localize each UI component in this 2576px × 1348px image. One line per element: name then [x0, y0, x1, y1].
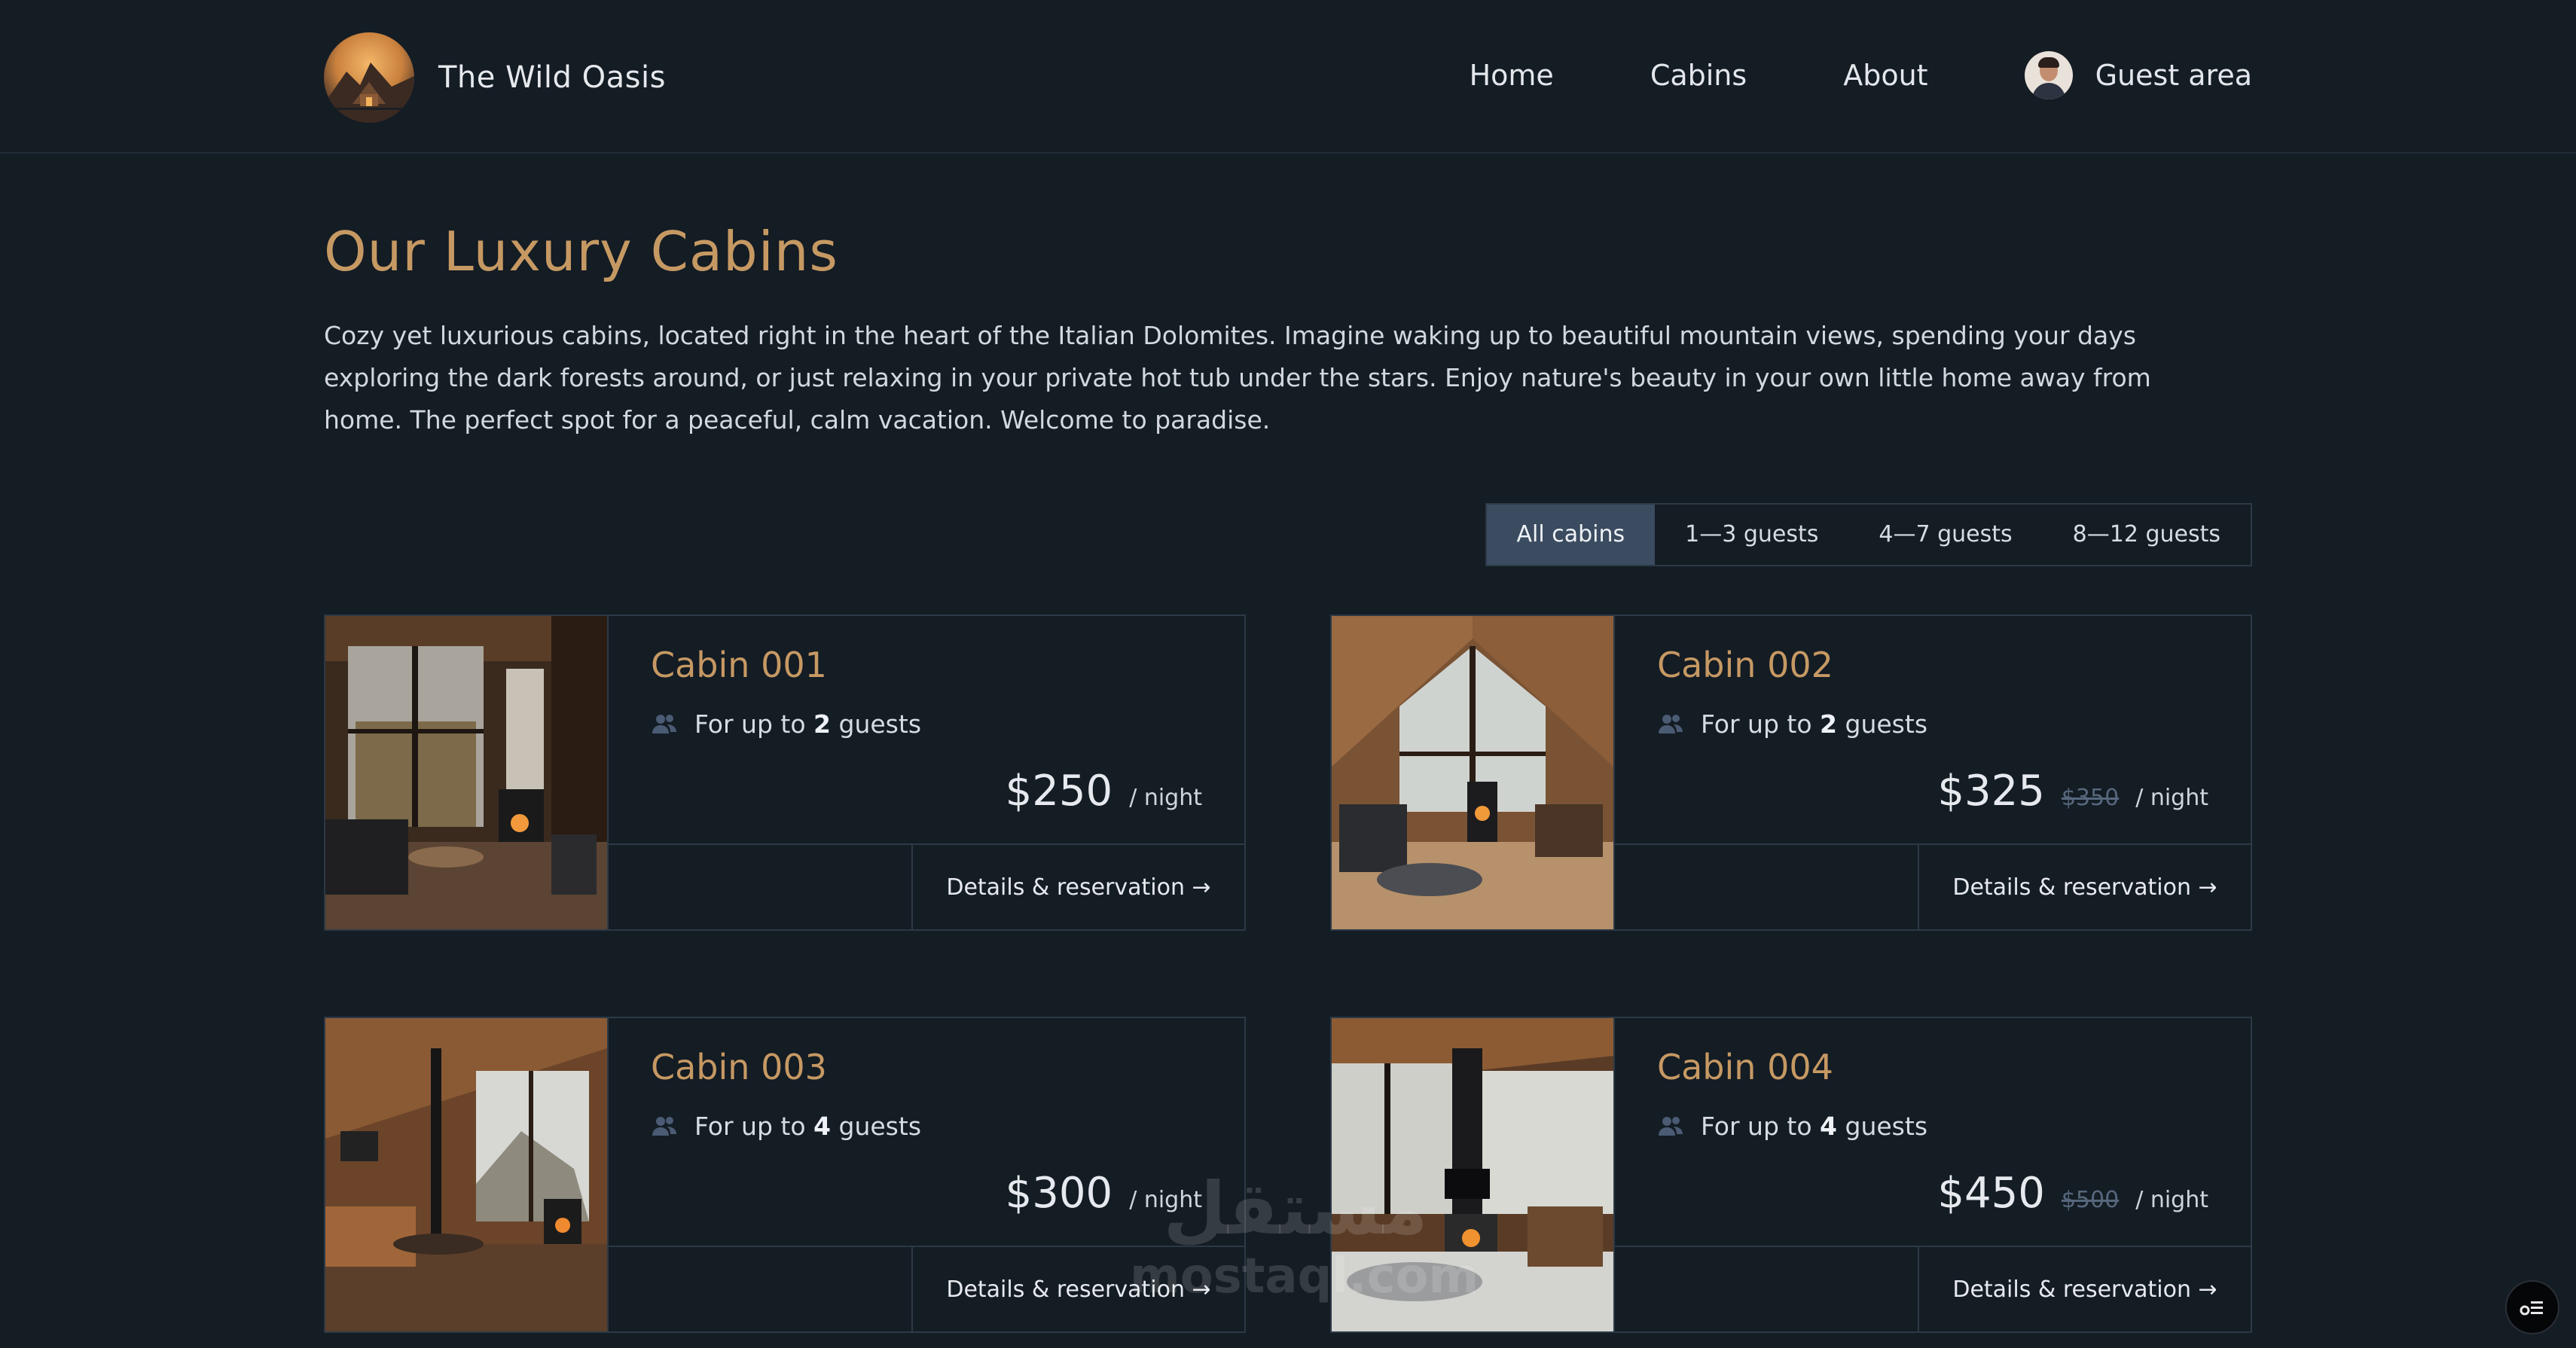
main-nav: Home Cabins About Guest area: [1470, 45, 2252, 105]
filter-all-cabins[interactable]: All cabins: [1486, 505, 1656, 565]
guest-count: 4: [813, 1112, 832, 1141]
details-reservation-link[interactable]: Details & reservation →: [1918, 845, 2251, 929]
card-footer: Details & reservation →: [609, 843, 1244, 929]
cabin-info: Cabin 001 For up to 2 guests $250 / nigh…: [607, 616, 1244, 929]
brand-name: The Wild Oasis: [438, 60, 666, 95]
price-value: $325: [1937, 767, 2045, 816]
guest-count: 4: [1820, 1112, 1838, 1141]
brand[interactable]: The Wild Oasis: [324, 32, 666, 124]
cabin-card: Cabin 002 For up to 2 guests $325 $350 /…: [1330, 615, 2252, 931]
cabin-photo: [1332, 616, 1613, 929]
guest-area-label: Guest area: [2095, 59, 2252, 92]
page-intro: Cozy yet luxurious cabins, located right…: [324, 321, 2151, 435]
card-footer: Details & reservation →: [1615, 1246, 2251, 1331]
users-icon: [1659, 1116, 1683, 1136]
cabin-capacity: For up to 4 guests: [651, 1112, 921, 1141]
site-header: The Wild Oasis Home Cabins About Guest a…: [0, 0, 2576, 154]
floating-menu-button[interactable]: [2505, 1280, 2559, 1334]
cabin-info: Cabin 003 For up to 4 guests $300 / nigh…: [607, 1018, 1244, 1331]
avatar: [2024, 51, 2073, 99]
guest-filter: All cabins 1—3 guests 4—7 guests 8—12 gu…: [1485, 503, 2252, 566]
cabin-info: Cabin 002 For up to 2 guests $325 $350 /…: [1613, 616, 2251, 929]
cabin-price: $325 $350 / night: [1937, 767, 2208, 816]
details-reservation-link[interactable]: Details & reservation →: [1918, 1247, 2251, 1331]
price-value: $450: [1937, 1169, 2045, 1218]
page-title: Our Luxury Cabins: [324, 220, 838, 283]
filter-8-12-guests[interactable]: 8—12 guests: [2043, 505, 2251, 565]
nav-guest-area[interactable]: Guest area: [2024, 51, 2252, 99]
users-icon: [652, 1116, 676, 1136]
original-price: $500: [2061, 1187, 2120, 1213]
cabin-photo: [325, 1018, 607, 1331]
card-footer: Details & reservation →: [1615, 843, 2251, 929]
price-unit: / night: [2135, 785, 2208, 811]
cabin-price: $450 $500 / night: [1937, 1169, 2208, 1218]
cabin-name: Cabin 003: [651, 1047, 827, 1087]
details-reservation-link[interactable]: Details & reservation →: [911, 1247, 1244, 1331]
cabin-name: Cabin 002: [1657, 645, 1833, 685]
cabin-card: Cabin 003 For up to 4 guests $300 / nigh…: [324, 1017, 1246, 1333]
cabin-name: Cabin 001: [651, 645, 827, 685]
cabin-price: $300 / night: [1006, 1169, 1202, 1218]
cabin-photo: [325, 616, 607, 929]
price-unit: / night: [1129, 1187, 1202, 1213]
cabin-card: Cabin 004 For up to 4 guests $450 $500 /…: [1330, 1017, 2252, 1333]
menu-toggle-icon: [2520, 1301, 2543, 1316]
cabin-card: Cabin 001 For up to 2 guests $250 / nigh…: [324, 615, 1246, 931]
users-icon: [652, 714, 676, 733]
cabin-photo: [1332, 1018, 1613, 1331]
cabin-price: $250 / night: [1006, 767, 1202, 816]
filter-1-3-guests[interactable]: 1—3 guests: [1655, 505, 1848, 565]
cabin-info: Cabin 004 For up to 4 guests $450 $500 /…: [1613, 1018, 2251, 1331]
guest-count: 2: [1820, 709, 1838, 739]
price-value: $250: [1005, 767, 1113, 816]
price-unit: / night: [1129, 785, 1202, 811]
price-value: $300: [1005, 1169, 1113, 1218]
price-unit: / night: [2135, 1187, 2208, 1213]
cabin-capacity: For up to 2 guests: [651, 709, 921, 739]
filter-4-7-guests[interactable]: 4—7 guests: [1848, 505, 2042, 565]
nav-home[interactable]: Home: [1470, 59, 1554, 92]
details-reservation-link[interactable]: Details & reservation →: [911, 845, 1244, 929]
cabin-capacity: For up to 4 guests: [1657, 1112, 1927, 1141]
card-footer: Details & reservation →: [609, 1246, 1244, 1331]
users-icon: [1659, 714, 1683, 733]
guest-count: 2: [813, 709, 832, 739]
cabin-capacity: For up to 2 guests: [1657, 709, 1927, 739]
logo: [324, 32, 414, 123]
nav-cabins[interactable]: Cabins: [1650, 59, 1747, 92]
original-price: $350: [2061, 785, 2120, 811]
nav-about[interactable]: About: [1843, 59, 1927, 92]
cabin-name: Cabin 004: [1657, 1047, 1833, 1087]
